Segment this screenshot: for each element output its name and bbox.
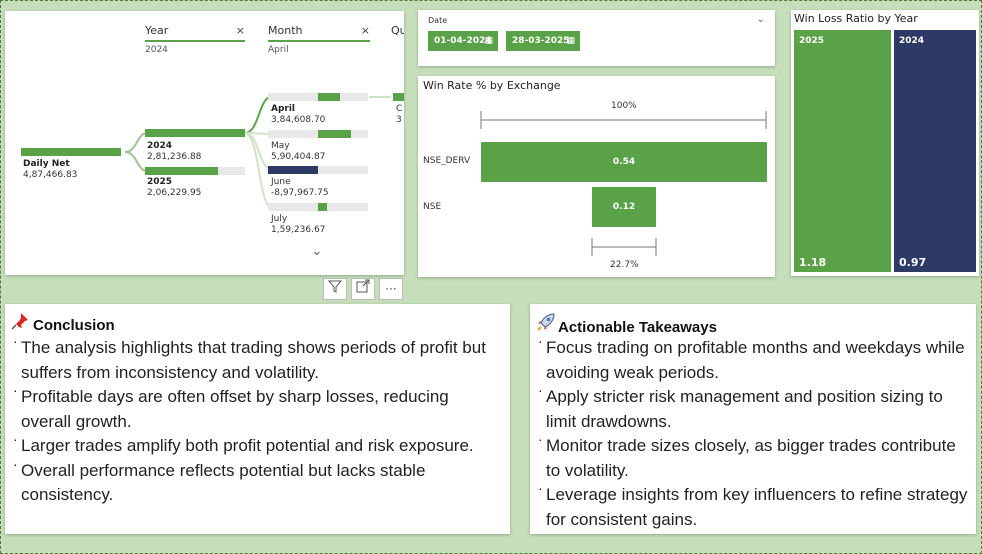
takeaways-card: Actionable Takeaways Focus trading on pr… (530, 304, 976, 534)
nse-derv-value: 0.54 (612, 157, 636, 167)
bottom-percentage-label: 22.7% (610, 260, 639, 270)
more-options-icon[interactable]: ··· (379, 278, 403, 300)
list-item: Monitor trade sizes closely, as bigger t… (538, 427, 968, 483)
list-item: Focus trading on profitable months and w… (538, 329, 968, 385)
date-slicer[interactable]: Date ⌄ 01-04-2024 ▦ 28-03-2025 ▦ (418, 10, 775, 66)
month-july-node[interactable]: July 1,59,236.67 (271, 214, 325, 236)
nse-bar[interactable]: 0.12 (592, 187, 656, 227)
focus-mode-icon[interactable] (351, 278, 375, 300)
next-level-name: C (396, 104, 403, 114)
month-july-value: 1,59,236.67 (271, 225, 326, 235)
year-2025-bar[interactable] (145, 167, 218, 175)
month-april-value: 3,84,608.70 (271, 115, 326, 125)
list-item: Overall performance reflects potential b… (13, 452, 502, 508)
quarter-level-header: Qu (391, 24, 404, 37)
takeaways-list: Focus trading on profitable months and w… (538, 329, 968, 532)
filter-icon[interactable] (323, 278, 347, 300)
year-2025-node[interactable]: 2025 2,06,229.95 (147, 177, 201, 199)
list-item: Apply stricter risk management and posit… (538, 378, 968, 434)
month-june-bar[interactable] (268, 166, 318, 174)
root-node-value: 4,87,466.83 (23, 170, 78, 180)
list-item: Profitable days are often offset by shar… (13, 378, 502, 434)
nse-derv-bar[interactable]: 0.54 (481, 142, 767, 182)
month-april-node[interactable]: April 3,84,608.70 (271, 104, 325, 126)
date-slicer-label: Date (428, 16, 448, 25)
list-item: Larger trades amplify both profit potent… (13, 427, 502, 459)
year-2024-node[interactable]: 2024 2,81,236.88 (147, 141, 201, 163)
year-header-rule (145, 40, 245, 42)
win-loss-chart-title: Win Loss Ratio by Year (794, 12, 918, 25)
year-2025-name: 2025 (147, 177, 173, 187)
takeaways-title: Actionable Takeaways (558, 319, 717, 336)
year-2024-ratio: 0.97 (899, 256, 927, 269)
list-item: Leverage insights from key influencers t… (538, 476, 968, 532)
month-header-rule (268, 40, 370, 42)
year-2025-value: 2,06,229.95 (147, 188, 202, 198)
month-header-label: Month (268, 24, 303, 37)
month-april-name: April (271, 104, 296, 114)
calendar-icon[interactable]: ▦ (484, 31, 493, 51)
month-may-name: May (271, 141, 290, 151)
list-item: The analysis highlights that trading sho… (13, 329, 502, 385)
month-april-bar[interactable] (318, 93, 340, 101)
year-2024-label: 2024 (899, 36, 925, 46)
start-date-value: 01-04-2024 (434, 36, 492, 46)
nse-label: NSE (423, 202, 442, 212)
calendar-icon[interactable]: ▦ (566, 31, 575, 51)
end-date-value: 28-03-2025 (512, 36, 570, 46)
month-header-value: April (268, 45, 289, 55)
month-june-name: June (271, 177, 291, 187)
month-may-node[interactable]: May 5,90,404.87 (271, 141, 325, 163)
year-header-value: 2024 (145, 45, 168, 55)
month-july-name: July (271, 214, 288, 224)
remove-month-level-icon[interactable]: × (361, 24, 370, 37)
win-rate-by-exchange-chart[interactable]: Win Rate % by Exchange 100% NSE_DERV 0.5… (418, 76, 775, 277)
year-2025-label: 2025 (799, 36, 825, 46)
year-2025-block[interactable]: 2025 1.18 (794, 30, 891, 272)
root-bar[interactable] (21, 148, 121, 156)
conclusion-title: Conclusion (33, 317, 115, 334)
year-level-header: Year × 2024 (145, 24, 245, 55)
root-node-name: Daily Net (23, 159, 70, 169)
root-node[interactable]: Daily Net 4,87,466.83 (23, 159, 77, 181)
nse-value: 0.12 (612, 202, 636, 212)
year-2024-bar[interactable] (145, 129, 245, 137)
year-2024-value: 2,81,236.88 (147, 152, 202, 162)
nse-derv-label: NSE_DERV (423, 156, 471, 166)
month-may-value: 5,90,404.87 (271, 152, 326, 162)
year-2024-block[interactable]: 2024 0.97 (894, 30, 976, 272)
start-date-input[interactable]: 01-04-2024 ▦ (428, 31, 498, 51)
month-june-value: -8,97,967.75 (271, 188, 329, 198)
conclusion-card: Conclusion The analysis highlights that … (5, 304, 510, 534)
chevron-down-icon[interactable]: ⌄ (757, 14, 765, 25)
month-may-bar[interactable] (318, 130, 351, 138)
end-date-input[interactable]: 28-03-2025 ▦ (506, 31, 580, 51)
year-2025-ratio: 1.18 (799, 256, 827, 269)
month-july-bar[interactable] (318, 203, 327, 211)
next-level-value: 3 (396, 115, 402, 125)
chevron-down-icon[interactable]: ⌄ (311, 243, 323, 259)
takeaways-heading: Actionable Takeaways (536, 312, 717, 336)
conclusion-list: The analysis highlights that trading sho… (13, 329, 502, 508)
conclusion-heading: Conclusion (11, 312, 115, 334)
win-loss-ratio-chart[interactable]: Win Loss Ratio by Year 2025 1.18 2024 0.… (791, 10, 979, 276)
quarter-header-label: Qu (391, 24, 404, 37)
year-2024-name: 2024 (147, 141, 173, 151)
next-level-bar[interactable] (393, 93, 404, 101)
tree-links (124, 96, 391, 208)
decomposition-tree[interactable]: Year × 2024 Month × April Qu Daily Net 4… (5, 11, 404, 275)
report-canvas: Year × 2024 Month × April Qu Daily Net 4… (0, 0, 982, 554)
remove-year-level-icon[interactable]: × (236, 24, 245, 37)
month-level-header: Month × April (268, 24, 370, 55)
month-june-node[interactable]: June -8,97,967.75 (271, 177, 329, 199)
next-level-node[interactable]: C 3 (396, 104, 402, 126)
year-header-label: Year (145, 24, 169, 37)
